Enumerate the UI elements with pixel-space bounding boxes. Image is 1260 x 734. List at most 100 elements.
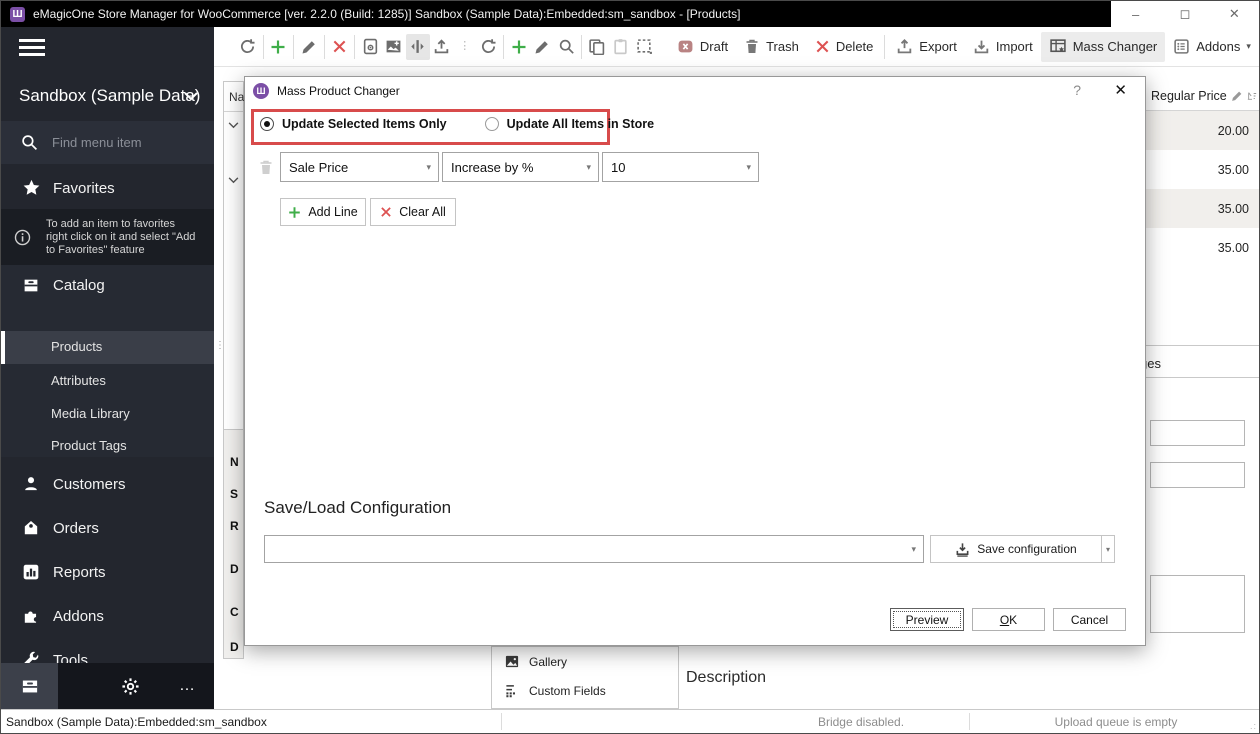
minimize-button[interactable]: –: [1111, 1, 1160, 27]
cancel-button[interactable]: Cancel: [1053, 608, 1126, 631]
sidebar-item-customers[interactable]: Customers: [1, 463, 214, 505]
archive-icon[interactable]: [1, 663, 58, 709]
delete-button[interactable]: Delete: [807, 32, 882, 62]
more-options-icon[interactable]: …: [179, 677, 196, 695]
radio-update-selected-label: Update Selected Items Only: [282, 117, 447, 131]
import-button[interactable]: Import: [965, 32, 1041, 62]
description-heading: Description: [686, 669, 766, 687]
sidebar-item-orders[interactable]: Orders: [1, 507, 214, 549]
configuration-select[interactable]: ▾: [264, 535, 924, 563]
product-side-tabs: Gallery Custom Fields: [491, 646, 679, 709]
trash-button[interactable]: Trash: [736, 32, 807, 62]
field-select[interactable]: Sale Price▾: [280, 152, 439, 182]
upload-icon[interactable]: [430, 34, 454, 60]
radio-update-selected[interactable]: [260, 117, 274, 131]
sidebar-item-reports[interactable]: Reports: [1, 551, 214, 593]
app-window: Ш eMagicOne Store Manager for WooCommerc…: [0, 0, 1260, 734]
splitter-handle[interactable]: ⋮: [215, 343, 225, 348]
radio-update-all[interactable]: [485, 117, 499, 131]
main-toolbar: ⋮ Draft Trash Delete Export Impor: [214, 27, 1259, 67]
price-cell[interactable]: 35.00: [1145, 189, 1259, 228]
sidebar-item-media-library[interactable]: Media Library: [51, 406, 130, 421]
paste-icon[interactable]: [609, 34, 633, 60]
sidebar-item-label: Reports: [53, 564, 106, 581]
regular-price-header-label: Regular Price: [1151, 89, 1227, 103]
tab-label: Custom Fields: [529, 684, 606, 698]
dialog-close-button[interactable]: ✕: [1114, 81, 1127, 99]
mass-changer-button[interactable]: Mass Changer: [1041, 32, 1166, 62]
refresh-icon[interactable]: [236, 34, 260, 60]
save-configuration-label: Save configuration: [977, 542, 1076, 556]
sidebar-item-label: Favorites: [53, 180, 115, 197]
form-textarea[interactable]: [1150, 575, 1245, 633]
update-scope-radios: Update Selected Items Only Update All It…: [260, 117, 654, 131]
save-configuration-dropdown[interactable]: ▾: [1102, 535, 1115, 563]
clear-all-label: Clear All: [399, 205, 446, 219]
mass-changer-label: Mass Changer: [1073, 39, 1158, 54]
preview-button[interactable]: Preview: [890, 608, 964, 631]
trash-icon: [744, 38, 760, 55]
name-column-header[interactable]: Na: [224, 82, 243, 112]
close-button[interactable]: ✕: [1210, 1, 1259, 27]
operation-select[interactable]: Increase by %▾: [442, 152, 599, 182]
form-input[interactable]: [1150, 462, 1245, 488]
search-icon[interactable]: [554, 34, 578, 60]
tab-label: Gallery: [529, 655, 567, 669]
tab-gallery[interactable]: Gallery: [492, 647, 678, 676]
image-icon[interactable]: [382, 34, 406, 60]
export-button[interactable]: Export: [888, 32, 965, 62]
regular-price-header[interactable]: Regular Price: [1145, 81, 1259, 111]
sidebar-item-label: Customers: [53, 476, 126, 493]
price-cell[interactable]: 20.00: [1145, 111, 1259, 150]
window-title: eMagicOne Store Manager for WooCommerce …: [33, 7, 740, 21]
columns-icon[interactable]: [406, 34, 430, 60]
sidebar-item-products[interactable]: Products: [51, 339, 102, 354]
edit-icon[interactable]: [531, 34, 555, 60]
delete-icon[interactable]: [328, 34, 352, 60]
expander-chevron-icon[interactable]: [228, 177, 239, 184]
addons-icon: [20, 607, 42, 625]
hamburger-menu-icon[interactable]: [19, 39, 45, 57]
add-icon[interactable]: [507, 34, 531, 60]
dialog-header: Ш Mass Product Changer: [245, 77, 1145, 105]
addons-button[interactable]: Addons ▾: [1165, 32, 1259, 62]
edit-icon[interactable]: [297, 34, 321, 60]
delete-label: Delete: [836, 39, 874, 54]
sidebar-item-favorites[interactable]: Favorites: [1, 167, 214, 209]
price-cell[interactable]: 35.00: [1145, 228, 1259, 267]
price-cell[interactable]: 35.00: [1145, 150, 1259, 189]
help-button[interactable]: ?: [1073, 82, 1081, 98]
add-icon[interactable]: [267, 34, 291, 60]
clear-all-button[interactable]: Clear All: [370, 198, 456, 226]
reports-icon: [20, 563, 42, 581]
select-icon[interactable]: [632, 34, 656, 60]
add-line-button[interactable]: Add Line: [280, 198, 366, 226]
resize-grip[interactable]: .:: [1250, 721, 1257, 731]
tab-custom-fields[interactable]: Custom Fields: [492, 676, 678, 705]
copy-icon[interactable]: [585, 34, 609, 60]
field-initial: S: [230, 487, 238, 501]
expander-chevron-icon[interactable]: [228, 122, 239, 129]
gear-icon[interactable]: [121, 677, 140, 696]
refresh-icon[interactable]: [476, 34, 500, 60]
draft-label: Draft: [700, 39, 728, 54]
draft-button[interactable]: Draft: [669, 32, 736, 62]
sidebar-search: [1, 121, 214, 164]
export-label: Export: [919, 39, 957, 54]
preview-icon[interactable]: [358, 34, 382, 60]
maximize-button[interactable]: ◻: [1160, 1, 1209, 27]
ok-button[interactable]: OK: [972, 608, 1045, 631]
sidebar-item-addons[interactable]: Addons: [1, 595, 214, 637]
export-icon: [896, 38, 913, 55]
value-select[interactable]: 10▾: [602, 152, 759, 182]
value-select-value: 10: [611, 160, 625, 175]
search-input[interactable]: [52, 135, 182, 150]
workspace-selector[interactable]: Sandbox (Sample Data): [1, 73, 214, 119]
save-configuration-button[interactable]: Save configuration: [930, 535, 1102, 563]
remove-line-icon[interactable]: [258, 159, 274, 176]
sidebar-item-attributes[interactable]: Attributes: [51, 373, 106, 388]
form-input[interactable]: [1150, 420, 1245, 446]
titlebar: Ш eMagicOne Store Manager for WooCommerc…: [1, 1, 1259, 27]
sidebar-item-catalog[interactable]: Catalog: [1, 265, 214, 305]
sidebar-item-product-tags[interactable]: Product Tags: [51, 438, 127, 453]
